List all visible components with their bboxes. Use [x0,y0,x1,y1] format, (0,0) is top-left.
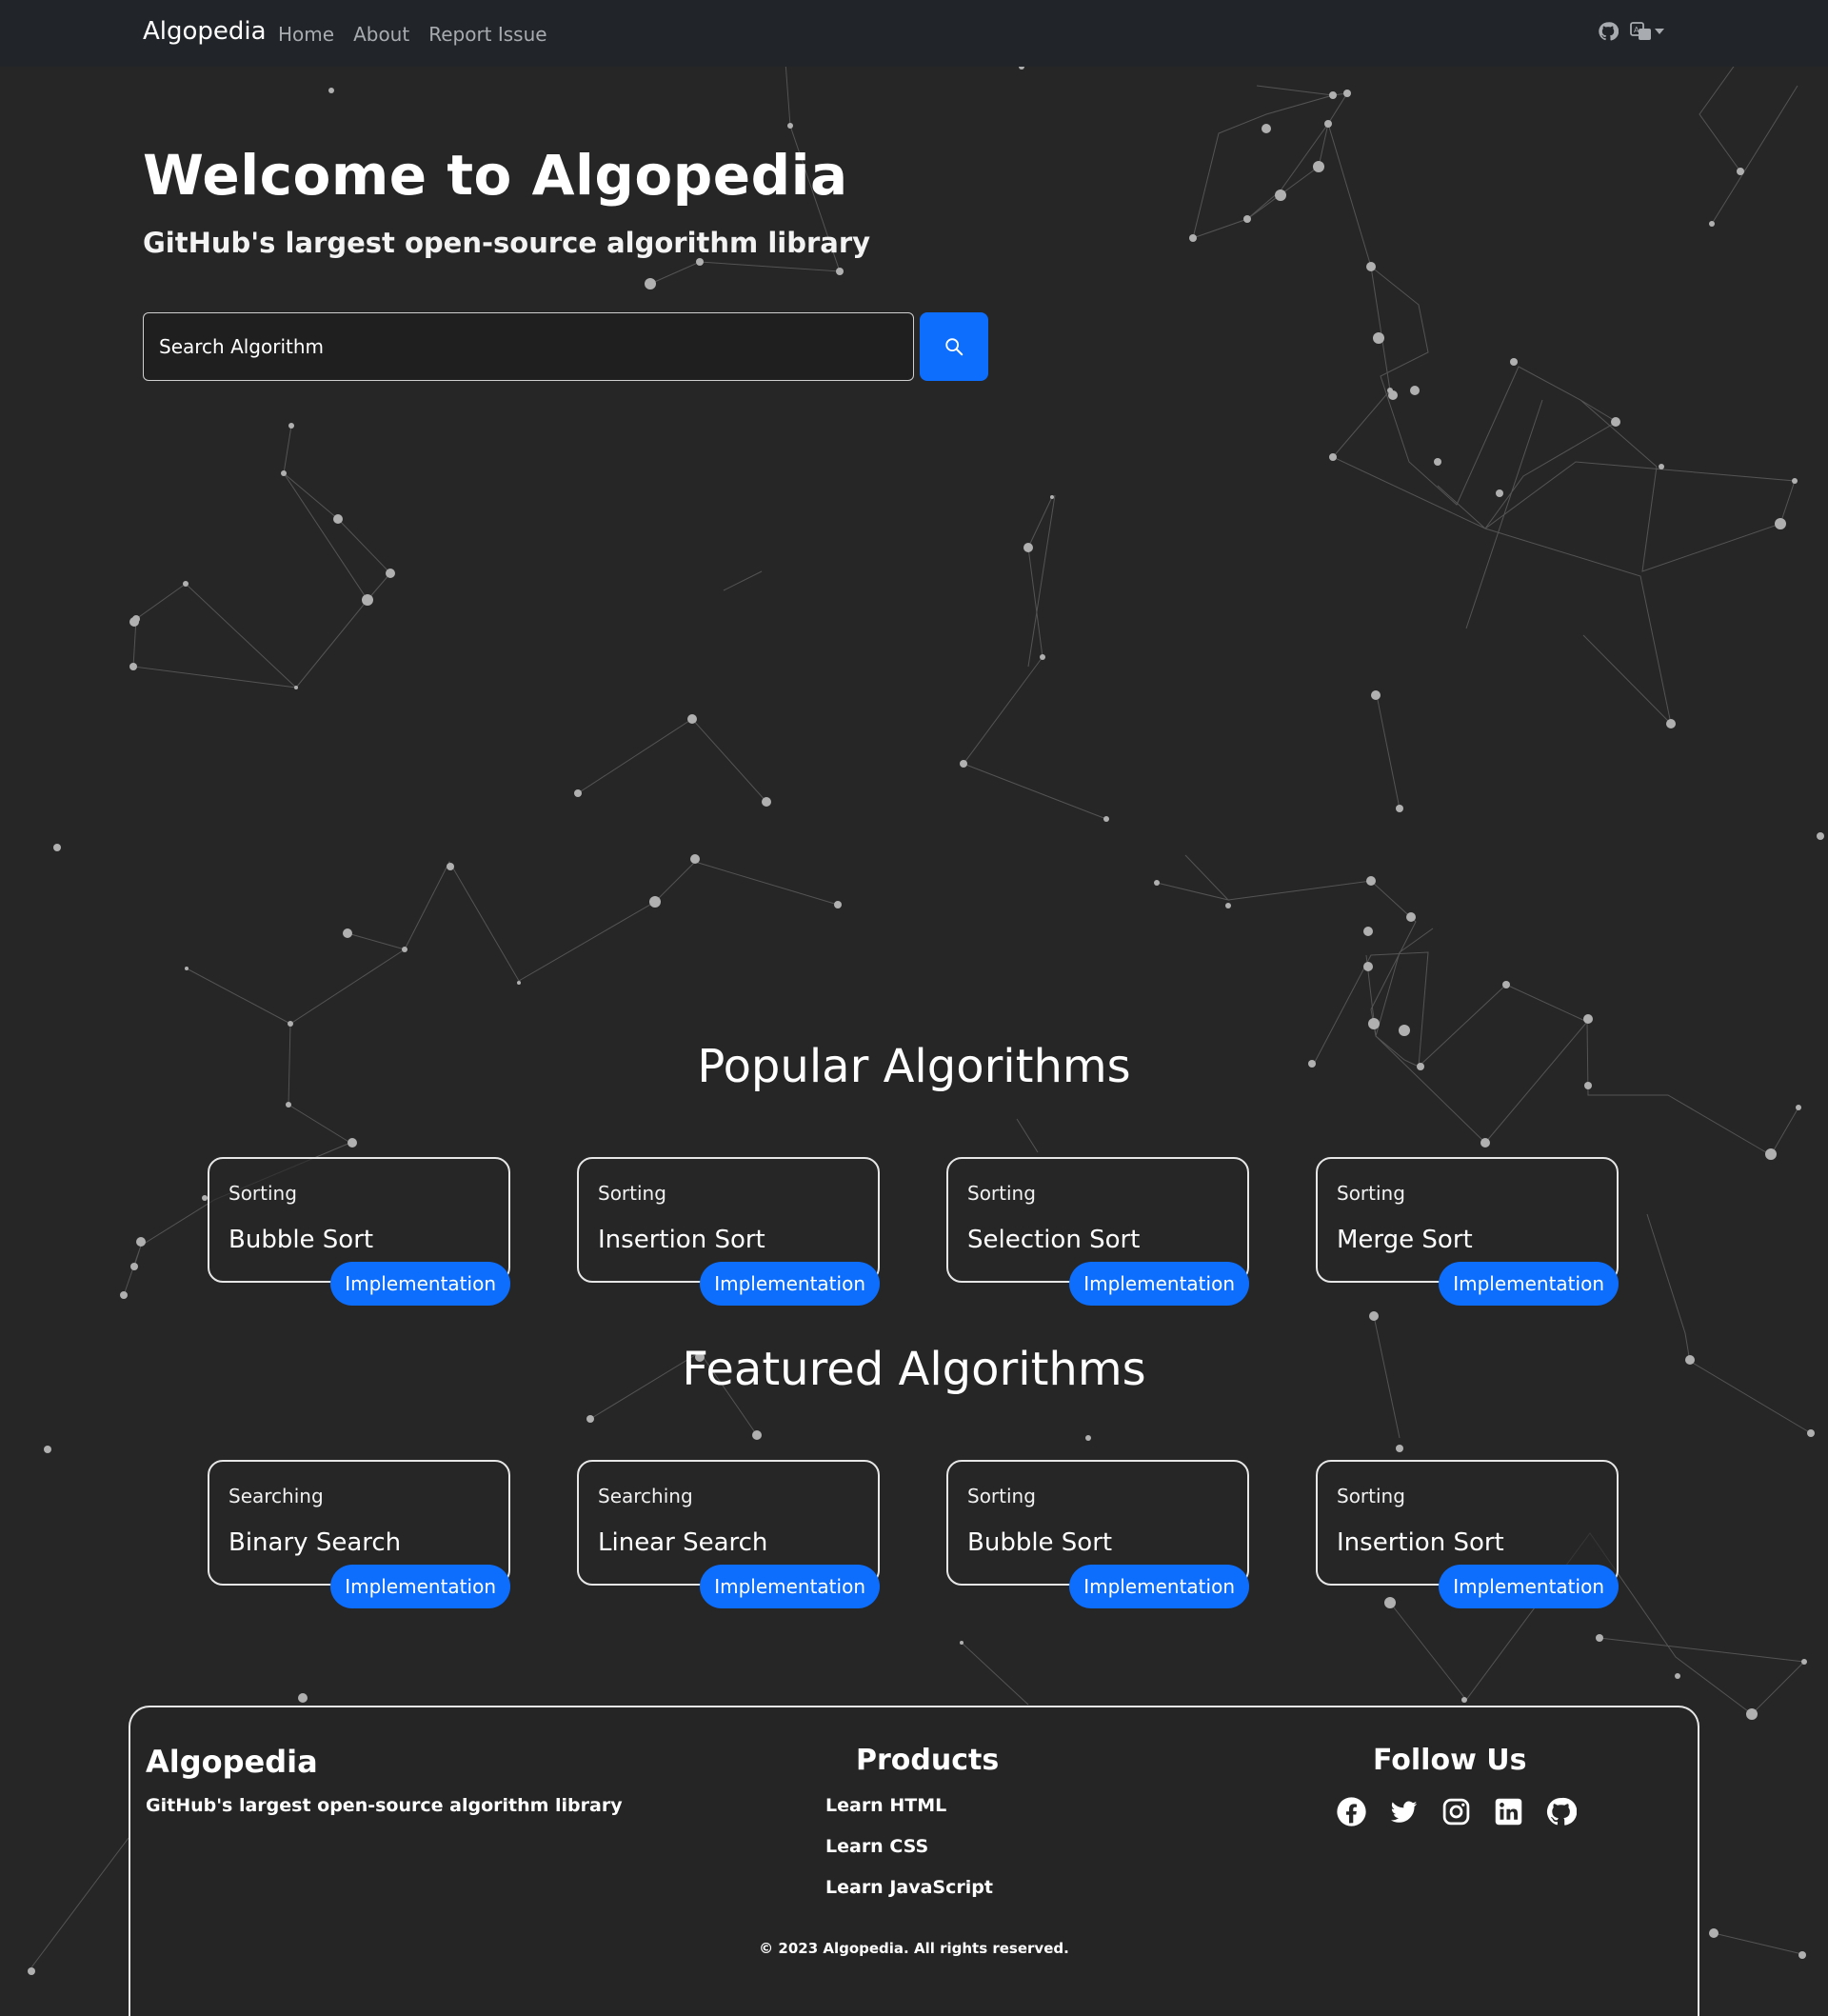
instagram-icon[interactable] [1441,1796,1472,1831]
implementation-button[interactable]: Implementation [1069,1262,1249,1306]
translate-icon[interactable]: A [1630,21,1664,42]
github-icon[interactable] [1545,1796,1578,1831]
nav-link-report-issue[interactable]: Report Issue [428,23,546,46]
nav-links: Home About Report Issue [278,23,547,46]
footer-follow-title: Follow Us [1373,1744,1527,1777]
card-title: Selection Sort [967,1226,1141,1254]
implementation-button[interactable]: Implementation [700,1565,880,1608]
nav-right-controls: A [1598,21,1664,42]
algorithm-card[interactable]: Sorting Bubble Sort Implementation [208,1157,510,1306]
card-title: Bubble Sort [967,1528,1113,1557]
hero-subtitle: GitHub's largest open-source algorithm l… [143,227,871,259]
footer-brand: Algopedia [146,1744,318,1780]
popular-algorithms-title: Popular Algorithms [697,1040,1131,1093]
algorithm-card[interactable]: Sorting Selection Sort Implementation [946,1157,1249,1306]
implementation-button[interactable]: Implementation [1439,1565,1619,1608]
card-category: Sorting [967,1485,1036,1507]
navbar-brand[interactable]: Algopedia [143,17,267,46]
caret-down-icon [1655,29,1664,34]
card-title: Merge Sort [1337,1226,1473,1254]
search-placeholder: Search Algorithm [159,335,325,358]
nav-link-about[interactable]: About [353,23,409,46]
implementation-button[interactable]: Implementation [1069,1565,1249,1608]
algorithm-card[interactable]: Sorting Merge Sort Implementation [1316,1157,1619,1306]
footer-tagline: GitHub's largest open-source algorithm l… [146,1795,623,1816]
footer-link-learn-css[interactable]: Learn CSS [825,1836,993,1857]
algorithm-card[interactable]: Sorting Bubble Sort Implementation [946,1460,1249,1608]
card-title: Linear Search [598,1528,768,1557]
algorithm-card[interactable]: Sorting Insertion Sort Implementation [577,1157,880,1306]
social-links [1336,1796,1578,1831]
card-category: Sorting [967,1182,1036,1205]
search-input[interactable]: Search Algorithm [143,312,914,381]
card-category: Sorting [228,1182,297,1205]
card-title: Insertion Sort [598,1226,765,1254]
github-icon[interactable] [1598,21,1619,42]
facebook-icon[interactable] [1336,1796,1367,1831]
footer-copyright: © 2023 Algopedia. All rights reserved. [759,1940,1069,1957]
algorithm-card[interactable]: Searching Linear Search Implementation [577,1460,880,1608]
algorithm-card[interactable]: Searching Binary Search Implementation [208,1460,510,1608]
svg-text:A: A [1634,26,1639,34]
card-title: Insertion Sort [1337,1528,1504,1557]
implementation-button[interactable]: Implementation [330,1262,510,1306]
footer-link-learn-html[interactable]: Learn HTML [825,1795,993,1816]
card-category: Searching [228,1485,324,1507]
card-title: Binary Search [228,1528,402,1557]
nav-link-home[interactable]: Home [278,23,334,46]
top-navbar: Algopedia Home About Report Issue A [0,0,1828,67]
linkedin-icon[interactable] [1493,1796,1524,1831]
search-button[interactable] [920,312,988,381]
footer-link-learn-javascript[interactable]: Learn JavaScript [825,1877,993,1898]
footer-products-title: Products [856,1744,1000,1777]
hero-title: Welcome to Algopedia [143,143,848,208]
search-icon [945,338,964,356]
hero-section: Welcome to Algopedia GitHub's largest op… [143,143,870,259]
algorithm-card[interactable]: Sorting Insertion Sort Implementation [1316,1460,1619,1608]
card-category: Searching [598,1485,693,1507]
footer-products-list: Learn HTML Learn CSS Learn JavaScript [825,1795,993,1918]
featured-algorithms-title: Featured Algorithms [682,1343,1146,1396]
card-category: Sorting [1337,1485,1405,1507]
card-category: Sorting [598,1182,666,1205]
twitter-icon[interactable] [1388,1796,1420,1831]
site-footer: Algopedia GitHub's largest open-source a… [129,1706,1699,2016]
implementation-button[interactable]: Implementation [330,1565,510,1608]
card-category: Sorting [1337,1182,1405,1205]
implementation-button[interactable]: Implementation [1439,1262,1619,1306]
card-title: Bubble Sort [228,1226,374,1254]
implementation-button[interactable]: Implementation [700,1262,880,1306]
